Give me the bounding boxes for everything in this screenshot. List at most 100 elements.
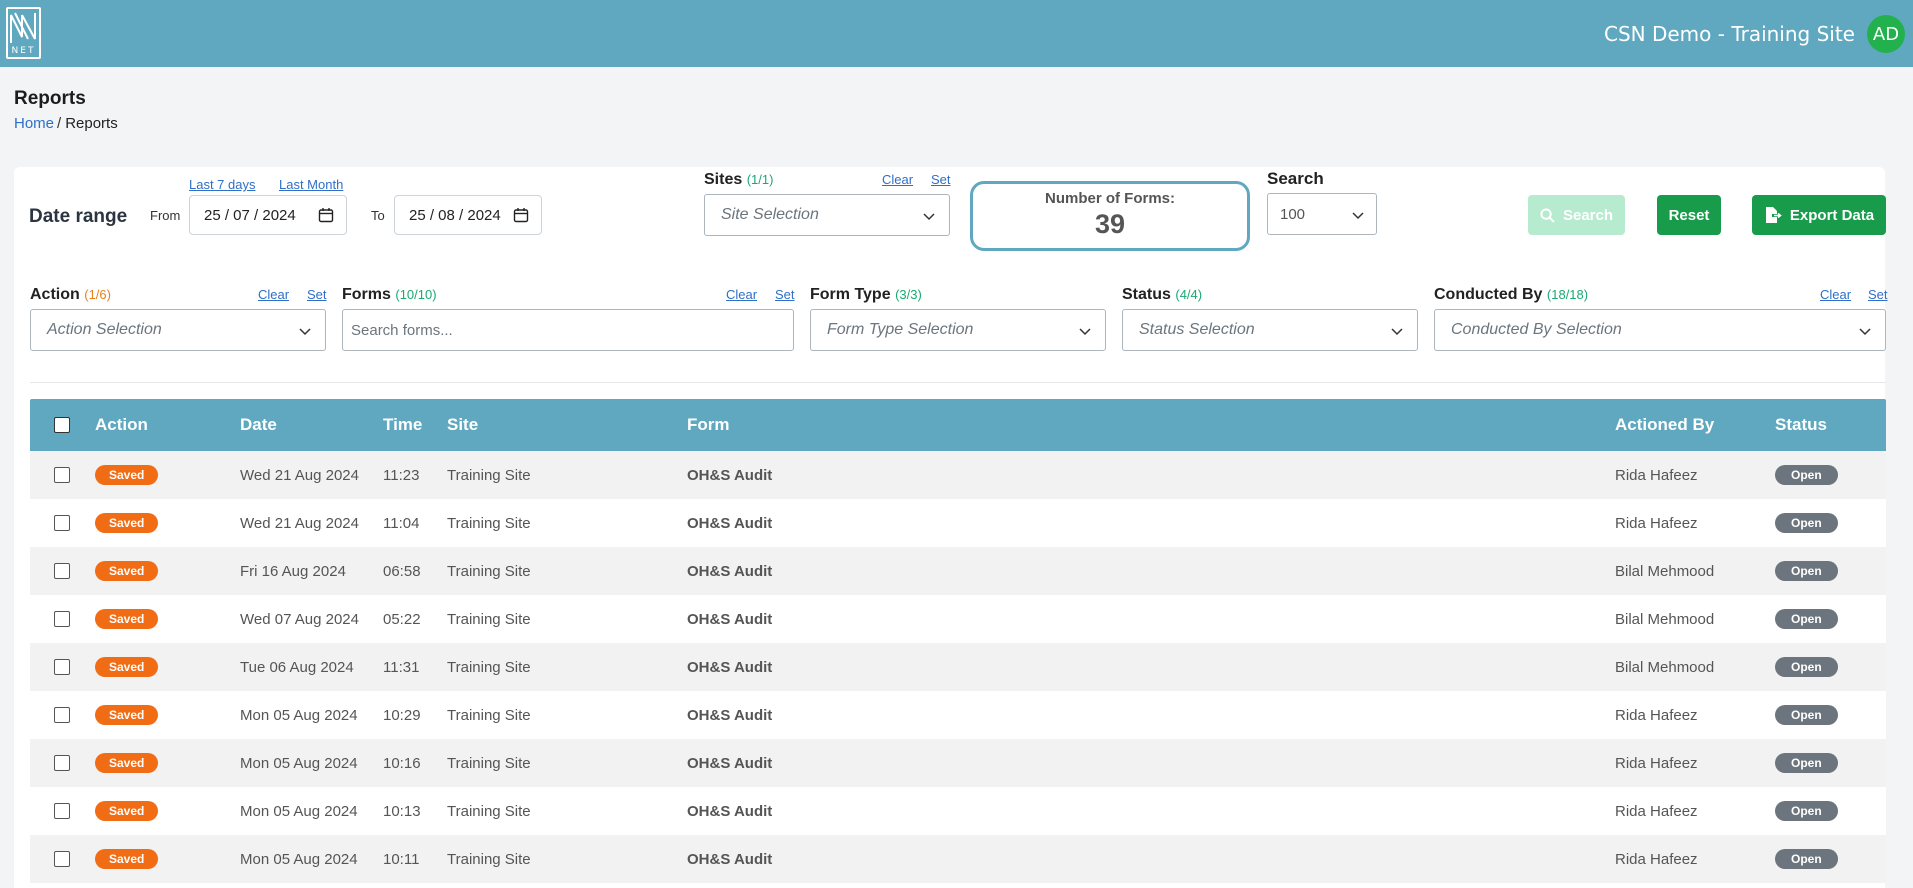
to-date-input[interactable]: 25 / 08 / 2024 <box>394 195 542 235</box>
conducted-by-label-text: Conducted By <box>1434 286 1543 303</box>
site-cell: Training Site <box>447 466 531 484</box>
form-link[interactable]: OH&S Audit <box>687 787 772 835</box>
column-header-actioned-by[interactable]: Actioned By <box>1615 399 1714 451</box>
date-cell: Mon 05 Aug 2024 <box>240 850 358 868</box>
conducted-by-select[interactable]: Conducted By Selection <box>1434 309 1886 351</box>
chevron-down-icon <box>923 213 935 221</box>
top-bar: NET CSN Demo - Training Site AD <box>0 0 1913 67</box>
sites-count: (1/1) <box>746 172 774 187</box>
action-badge: Saved <box>95 753 159 773</box>
column-header-time[interactable]: Time <box>383 399 422 451</box>
calendar-icon[interactable] <box>318 207 334 223</box>
column-header-status[interactable]: Status <box>1775 399 1827 451</box>
table-row[interactable]: Saved Mon 05 Aug 2024 10:11 Training Site OH… <box>30 835 1886 883</box>
page-title: Reports <box>14 88 86 109</box>
action-select[interactable]: Action Selection <box>30 309 326 351</box>
action-cell: Saved <box>95 499 159 547</box>
date-cell: Mon 05 Aug 2024 <box>240 754 358 772</box>
status-select[interactable]: Status Selection <box>1122 309 1418 351</box>
row-checkbox-cell <box>54 499 70 547</box>
row-checkbox[interactable] <box>54 611 70 627</box>
forms-clear-link[interactable]: Clear <box>726 287 757 302</box>
to-label: To <box>371 208 385 223</box>
status-badge: Open <box>1775 465 1838 485</box>
actioned-by-cell: Rida Hafeez <box>1615 706 1698 724</box>
form-link[interactable]: OH&S Audit <box>687 595 772 643</box>
table-row[interactable]: Saved Wed 21 Aug 2024 11:23 Training Site OH… <box>30 451 1886 499</box>
date-cell: Mon 05 Aug 2024 <box>240 802 358 820</box>
conducted-by-clear-link[interactable]: Clear <box>1820 287 1851 302</box>
row-checkbox[interactable] <box>54 707 70 723</box>
table-row[interactable]: Saved Wed 07 Aug 2024 05:22 Training Site OH… <box>30 595 1886 643</box>
column-header-site[interactable]: Site <box>447 399 478 451</box>
table-row[interactable]: Saved Tue 06 Aug 2024 11:31 Training Site OH… <box>30 643 1886 691</box>
row-checkbox[interactable] <box>54 467 70 483</box>
status-badge: Open <box>1775 705 1838 725</box>
select-all-checkbox[interactable] <box>54 417 70 433</box>
action-clear-link[interactable]: Clear <box>258 287 289 302</box>
actioned-by-cell: Rida Hafeez <box>1615 466 1698 484</box>
form-link[interactable]: OH&S Audit <box>687 643 772 691</box>
time-cell: 10:13 <box>383 802 421 820</box>
table-row[interactable]: Saved Wed 21 Aug 2024 11:04 Training Site OH… <box>30 499 1886 547</box>
actioned-by-cell: Bilal Mehmood <box>1615 658 1715 676</box>
row-checkbox[interactable] <box>54 803 70 819</box>
forms-count: (10/10) <box>395 287 437 302</box>
form-link[interactable]: OH&S Audit <box>687 835 772 883</box>
number-of-forms-box: Number of Forms: 39 <box>970 181 1250 251</box>
site-cell: Training Site <box>447 802 531 820</box>
table-row[interactable]: Saved Mon 05 Aug 2024 10:16 Training Site OH… <box>30 739 1886 787</box>
form-link[interactable]: OH&S Audit <box>687 739 772 787</box>
form-link[interactable]: OH&S Audit <box>687 499 772 547</box>
page-size-select[interactable]: 100 <box>1267 193 1377 235</box>
chevron-down-icon <box>1079 328 1091 336</box>
site-select[interactable]: Site Selection <box>704 194 950 236</box>
table-row[interactable]: Saved Mon 05 Aug 2024 10:29 Training Site OH… <box>30 691 1886 739</box>
breadcrumb-home-link[interactable]: Home <box>14 115 54 132</box>
avatar[interactable]: AD <box>1867 15 1905 53</box>
sites-set-link[interactable]: Set <box>931 172 951 187</box>
table-row[interactable]: Saved Fri 16 Aug 2024 06:58 Training Site OH… <box>30 547 1886 595</box>
from-date-input[interactable]: 25 / 07 / 2024 <box>189 195 347 235</box>
search-button[interactable]: Search <box>1528 195 1625 235</box>
from-label: From <box>150 208 181 223</box>
date-cell: Wed 21 Aug 2024 <box>240 466 359 484</box>
table-row[interactable]: Saved Mon 05 Aug 2024 10:13 Training Site OH… <box>30 787 1886 835</box>
row-checkbox[interactable] <box>54 563 70 579</box>
row-checkbox[interactable] <box>54 851 70 867</box>
column-header-action[interactable]: Action <box>95 399 148 451</box>
conducted-by-set-link[interactable]: Set <box>1868 287 1888 302</box>
last-month-link[interactable]: Last Month <box>279 177 343 192</box>
number-of-forms-label: Number of Forms: <box>1044 190 1175 207</box>
time-cell: 10:11 <box>383 850 420 868</box>
form-link[interactable]: OH&S Audit <box>687 547 772 595</box>
app-logo[interactable]: NET <box>6 7 41 59</box>
column-header-date[interactable]: Date <box>240 399 277 451</box>
form-type-label: Form Type (3/3) <box>810 286 922 304</box>
sites-clear-link[interactable]: Clear <box>882 172 913 187</box>
search-button-label: Search <box>1562 206 1614 224</box>
action-badge: Saved <box>95 657 159 677</box>
calendar-icon[interactable] <box>513 207 529 223</box>
row-checkbox[interactable] <box>54 755 70 771</box>
row-checkbox[interactable] <box>54 659 70 675</box>
form-link[interactable]: OH&S Audit <box>687 451 772 499</box>
last-7-days-link[interactable]: Last 7 days <box>189 177 256 192</box>
action-cell: Saved <box>95 451 159 499</box>
column-header-form[interactable]: Form <box>687 399 730 451</box>
action-cell: Saved <box>95 835 159 883</box>
reports-table: Action Date Time Site Form Actioned By S… <box>30 399 1886 883</box>
export-data-button[interactable]: Export Data <box>1752 195 1886 235</box>
reset-button[interactable]: Reset <box>1657 195 1721 235</box>
search-forms-input[interactable]: Search forms... <box>342 309 794 351</box>
form-type-select[interactable]: Form Type Selection <box>810 309 1106 351</box>
form-link[interactable]: OH&S Audit <box>687 691 772 739</box>
forms-set-link[interactable]: Set <box>775 287 795 302</box>
row-checkbox[interactable] <box>54 515 70 531</box>
action-set-link[interactable]: Set <box>307 287 327 302</box>
actioned-by-cell: Rida Hafeez <box>1615 850 1698 868</box>
chevron-down-icon <box>1859 328 1871 336</box>
status-cell: Open <box>1775 835 1838 883</box>
date-cell: Tue 06 Aug 2024 <box>240 658 354 676</box>
form-type-count: (3/3) <box>895 287 922 302</box>
